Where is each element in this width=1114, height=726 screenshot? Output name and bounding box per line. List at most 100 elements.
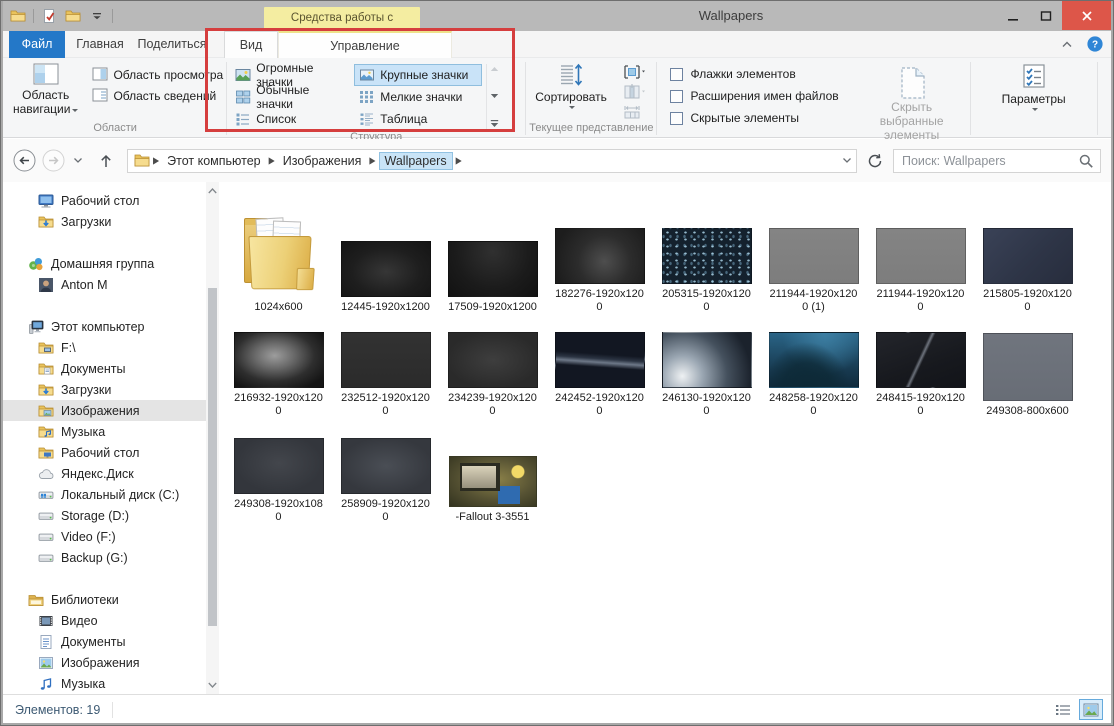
- breadcrumb-3[interactable]: Wallpapers: [379, 152, 453, 170]
- sidebar-item-15[interactable]: Video (F:): [1, 526, 219, 547]
- minimize-button[interactable]: [996, 1, 1029, 30]
- file-tile[interactable]: 17509-1920x1200: [439, 209, 546, 314]
- details-pane-button[interactable]: Область сведений: [92, 87, 223, 105]
- sidebar-item-19[interactable]: Документы: [1, 631, 219, 652]
- forward-button[interactable]: [42, 149, 65, 172]
- back-button[interactable]: [13, 149, 36, 172]
- checkbox-row-2[interactable]: Расширения имен файлов: [670, 89, 838, 103]
- layout-scroll-arrows[interactable]: [486, 64, 502, 130]
- tab-view[interactable]: Вид: [224, 31, 278, 58]
- file-tile[interactable]: 248415-1920x1200: [867, 326, 974, 418]
- drive-icon: [38, 529, 54, 545]
- checkbox-icon[interactable]: [670, 112, 683, 125]
- navigation-pane-button[interactable]: Область навигации: [7, 60, 84, 119]
- file-thumbnail: [341, 438, 431, 494]
- sidebar-item-16[interactable]: Backup (G:): [1, 547, 219, 568]
- view-option-icon: [235, 67, 251, 83]
- view-option-label: Мелкие значки: [380, 90, 462, 104]
- maximize-button[interactable]: [1029, 1, 1062, 30]
- file-tile[interactable]: 248258-1920x1200: [760, 326, 867, 418]
- scrollbar-thumb[interactable]: [208, 288, 217, 626]
- file-tile[interactable]: 232512-1920x1200: [332, 326, 439, 418]
- collapse-ribbon-icon[interactable]: [1059, 36, 1075, 52]
- file-tile[interactable]: 182276-1920x1200: [546, 196, 653, 314]
- sidebar-item-14[interactable]: Storage (D:): [1, 505, 219, 526]
- address-bar[interactable]: ▶Этот компьютер▶Изображения▶Wallpapers▶: [127, 149, 857, 173]
- sidebar-item-4[interactable]: Anton M: [1, 274, 219, 295]
- view-option-3[interactable]: Обычные значки: [230, 86, 352, 108]
- contextual-tab-header[interactable]: Средства работы с рисунками: [264, 7, 420, 31]
- view-option-5[interactable]: Список: [230, 108, 352, 130]
- file-tile[interactable]: -Fallout 3-3551: [439, 445, 546, 524]
- view-option-6[interactable]: Таблица: [354, 108, 482, 130]
- sidebar-item-6[interactable]: F:\: [1, 337, 219, 358]
- checkbox-row-3[interactable]: Скрытые элементы: [670, 111, 838, 125]
- breadcrumb-2[interactable]: Изображения: [278, 152, 367, 170]
- sidebar-item-5[interactable]: Этот компьютер: [1, 316, 219, 337]
- sidebar-item-11[interactable]: Рабочий стол: [1, 442, 219, 463]
- close-button[interactable]: [1062, 1, 1111, 30]
- file-tile[interactable]: 249308-800x600: [974, 339, 1081, 418]
- view-option-4[interactable]: Мелкие значки: [354, 86, 482, 108]
- scrollbar-up-icon[interactable]: [206, 184, 219, 198]
- properties-icon[interactable]: [40, 7, 58, 25]
- file-tile[interactable]: 216932-1920x1200: [225, 326, 332, 418]
- options-button[interactable]: Параметры: [996, 60, 1072, 115]
- sidebar-item-9[interactable]: Изображения: [1, 400, 219, 421]
- sidebar-item-2[interactable]: Загрузки: [1, 211, 219, 232]
- sidebar-item-10[interactable]: Музыка: [1, 421, 219, 442]
- file-thumbnail-wrap: [239, 209, 319, 297]
- file-tile[interactable]: 242452-1920x1200: [546, 326, 653, 418]
- search-icon[interactable]: [1078, 153, 1094, 169]
- sidebar-item-1[interactable]: Рабочий стол: [1, 190, 219, 211]
- tab-share[interactable]: Поделиться: [135, 31, 209, 58]
- checkbox-icon[interactable]: [670, 90, 683, 103]
- sidebar-item-3[interactable]: Домашняя группа: [1, 253, 219, 274]
- file-tile[interactable]: 258909-1920x1200: [332, 432, 439, 524]
- checkbox-icon[interactable]: [670, 68, 683, 81]
- breadcrumb-1[interactable]: Этот компьютер: [162, 152, 265, 170]
- tab-manage[interactable]: Управление: [278, 31, 452, 58]
- file-tile[interactable]: 1024x600: [225, 209, 332, 314]
- thumbnails-view-button[interactable]: [1079, 699, 1103, 720]
- refresh-button[interactable]: [863, 149, 887, 173]
- details-view-button[interactable]: [1051, 699, 1075, 720]
- file-tile[interactable]: 205315-1920x1200: [653, 196, 760, 314]
- up-button[interactable]: [95, 150, 117, 172]
- explorer-icon[interactable]: [9, 7, 27, 25]
- sidebar-item-7[interactable]: Документы: [1, 358, 219, 379]
- sort-button[interactable]: Сортировать: [529, 60, 613, 113]
- checkbox-row-1[interactable]: Флажки элементов: [670, 67, 838, 81]
- preview-pane-button[interactable]: Область просмотра: [92, 66, 223, 84]
- file-tile[interactable]: 246130-1920x1200: [653, 326, 760, 418]
- folder-music-icon: [38, 424, 54, 440]
- sidebar-item-20[interactable]: Изображения: [1, 652, 219, 673]
- sidebar-item-21[interactable]: Музыка: [1, 673, 219, 694]
- sidebar-item-label: Музыка: [61, 677, 105, 691]
- search-box[interactable]: Поиск: Wallpapers: [893, 149, 1101, 173]
- file-tile[interactable]: 211944-1920x1200: [867, 196, 974, 314]
- sidebar-scrollbar[interactable]: [206, 182, 219, 694]
- sidebar-item-13[interactable]: Локальный диск (C:): [1, 484, 219, 505]
- qat-separator: [112, 9, 113, 23]
- new-folder-icon[interactable]: [64, 7, 82, 25]
- file-thumbnail-wrap: [983, 196, 1073, 284]
- group-by-icon[interactable]: [623, 64, 645, 80]
- qat-customize-icon[interactable]: [88, 7, 106, 25]
- tab-file[interactable]: Файл: [9, 31, 65, 58]
- file-tile[interactable]: 12445-1920x1200: [332, 209, 439, 314]
- sidebar-item-18[interactable]: Видео: [1, 610, 219, 631]
- tab-home[interactable]: Главная: [69, 31, 131, 58]
- help-icon[interactable]: ?: [1087, 36, 1103, 52]
- file-tile[interactable]: 249308-1920x1080: [225, 432, 332, 524]
- file-tile[interactable]: 211944-1920x1200 (1): [760, 196, 867, 314]
- sidebar-item-12[interactable]: Яндекс.Диск: [1, 463, 219, 484]
- view-option-2[interactable]: Крупные значки: [354, 64, 482, 86]
- file-tile[interactable]: 234239-1920x1200: [439, 326, 546, 418]
- sidebar-item-8[interactable]: Загрузки: [1, 379, 219, 400]
- recent-locations-icon[interactable]: [71, 154, 85, 168]
- address-dropdown-icon[interactable]: [842, 157, 852, 164]
- sidebar-item-17[interactable]: Библиотеки: [1, 589, 219, 610]
- file-tile[interactable]: 215805-1920x1200: [974, 196, 1081, 314]
- scrollbar-down-icon[interactable]: [206, 678, 219, 692]
